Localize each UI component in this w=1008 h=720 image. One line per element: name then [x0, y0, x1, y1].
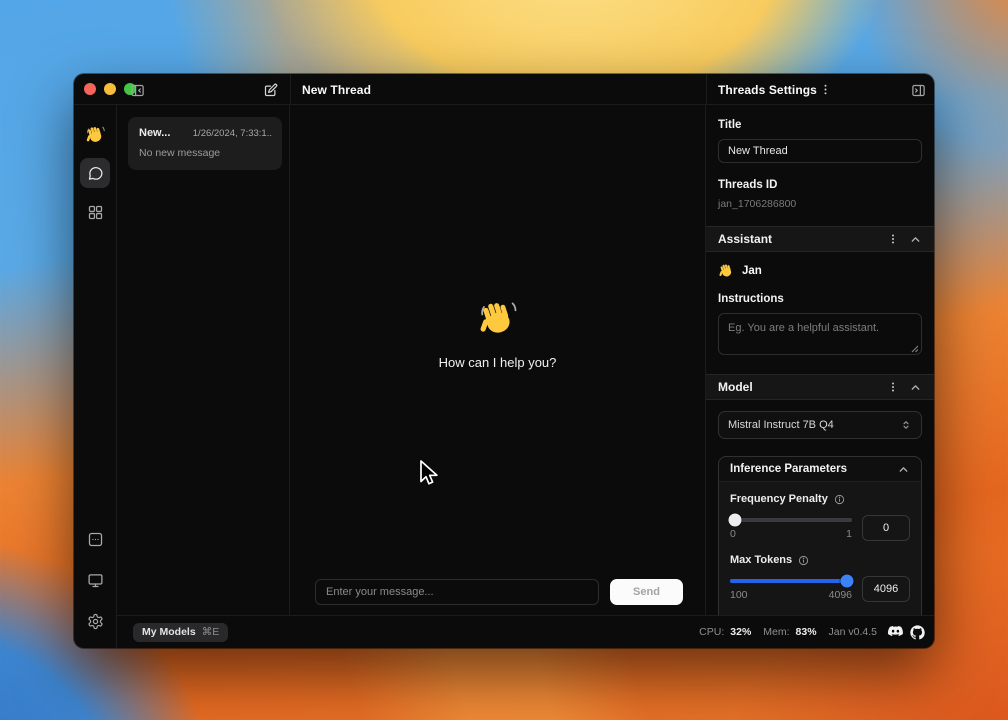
- model-header-label: Model: [718, 380, 753, 394]
- max-tokens-param: Max Tokens 100 4096: [730, 554, 910, 602]
- max-tokens-max: 4096: [829, 589, 852, 601]
- message-input[interactable]: [315, 579, 599, 605]
- model-kebab-icon[interactable]: [887, 380, 899, 394]
- mem-label: Mem:: [763, 626, 789, 638]
- frequency-penalty-min: 0: [730, 528, 736, 540]
- max-tokens-label: Max Tokens: [730, 554, 792, 566]
- inference-parameters-header[interactable]: Inference Parameters: [719, 457, 921, 482]
- empty-state: How can I help you?: [290, 297, 705, 370]
- app-version: Jan v0.4.5: [829, 626, 877, 638]
- model-selected-value: Mistral Instruct 7B Q4: [728, 419, 834, 431]
- thread-item-preview: No new message: [139, 147, 272, 159]
- titlebar-divider: [290, 74, 291, 104]
- my-models-label: My Models: [142, 626, 196, 638]
- model-collapse-chevron-up-icon[interactable]: [909, 381, 922, 394]
- title-label: Title: [718, 119, 922, 131]
- frequency-penalty-slider-thumb[interactable]: [728, 514, 741, 527]
- threads-settings-kebab-icon[interactable]: [817, 81, 833, 97]
- wave-emoji: [477, 297, 519, 339]
- thread-list-item[interactable]: New... 1/26/2024, 7:33:1.. No new messag…: [128, 117, 282, 170]
- resize-grip-icon[interactable]: [911, 345, 919, 353]
- frequency-penalty-slider[interactable]: [730, 518, 852, 522]
- model-select[interactable]: Mistral Instruct 7B Q4: [718, 411, 922, 439]
- chat-main-area: How can I help you? Send: [290, 105, 706, 615]
- threads-settings-panel: Title Threads ID jan_1706286800 Assistan…: [706, 105, 934, 615]
- minimize-button[interactable]: [104, 83, 116, 95]
- model-section-header[interactable]: Model: [706, 374, 934, 400]
- status-bar: My Models ⌘E CPU: 32% Mem: 83% Jan v0.4.…: [117, 615, 934, 648]
- sidebar-item-system-monitor[interactable]: [80, 565, 110, 595]
- discord-icon[interactable]: [887, 625, 904, 639]
- chat-icon: [87, 165, 104, 182]
- new-thread-icon[interactable]: [262, 82, 278, 98]
- assistant-kebab-icon[interactable]: [887, 232, 899, 246]
- frequency-penalty-max: 1: [846, 528, 852, 540]
- max-tokens-min: 100: [730, 589, 748, 601]
- assistant-name: Jan: [742, 265, 762, 277]
- mem-value: 83%: [796, 626, 817, 638]
- assistant-collapse-chevron-up-icon[interactable]: [909, 233, 922, 246]
- assistant-section-header[interactable]: Assistant: [706, 226, 934, 252]
- quick-ask-icon: [87, 531, 104, 548]
- send-button[interactable]: Send: [610, 579, 683, 605]
- max-tokens-slider[interactable]: [730, 579, 852, 583]
- hub-grid-icon: [87, 204, 104, 221]
- frequency-penalty-value-input[interactable]: [862, 515, 910, 541]
- instructions-textarea[interactable]: [718, 313, 922, 355]
- github-icon[interactable]: [910, 625, 925, 640]
- inference-header-label: Inference Parameters: [730, 463, 847, 475]
- info-icon[interactable]: [798, 555, 809, 566]
- message-composer: Send: [290, 579, 705, 606]
- settings-gear-icon: [87, 613, 104, 630]
- max-tokens-value-input[interactable]: [862, 576, 910, 602]
- inference-parameters-card: Inference Parameters Frequency Penalty: [718, 456, 922, 615]
- sidebar-item-chat[interactable]: [80, 158, 110, 188]
- left-icon-rail: [74, 105, 117, 648]
- my-models-shortcut: ⌘E: [202, 626, 220, 638]
- inference-collapse-chevron-up-icon[interactable]: [897, 463, 910, 476]
- collapse-right-panel-icon[interactable]: [910, 82, 926, 98]
- main-thread-title: New Thread: [302, 74, 371, 105]
- sidebar-item-quick-ask[interactable]: [80, 524, 110, 554]
- jan-app-window: New Thread Threads Settings: [74, 74, 934, 648]
- thread-list: New... 1/26/2024, 7:33:1.. No new messag…: [117, 105, 290, 615]
- threads-id-label: Threads ID: [718, 179, 922, 191]
- panel-title: Threads Settings: [718, 74, 817, 105]
- select-updown-chevron-icon: [900, 418, 912, 432]
- system-monitor-icon: [87, 572, 104, 589]
- collapse-left-panel-icon[interactable]: [129, 82, 145, 98]
- frequency-penalty-param: Frequency Penalty 0 1: [730, 493, 910, 541]
- cpu-value: 32%: [730, 626, 751, 638]
- thread-item-title: New...: [139, 127, 170, 139]
- titlebar-divider: [706, 74, 707, 104]
- close-button[interactable]: [84, 83, 96, 95]
- thread-item-timestamp: 1/26/2024, 7:33:1..: [193, 128, 272, 139]
- thread-title-input[interactable]: [718, 139, 922, 163]
- threads-id-value: jan_1706286800: [718, 198, 922, 210]
- greeting-text: How can I help you?: [439, 355, 557, 370]
- info-icon[interactable]: [834, 494, 845, 505]
- titlebar: New Thread Threads Settings: [74, 74, 934, 105]
- assistant-header-label: Assistant: [718, 232, 772, 246]
- frequency-penalty-label: Frequency Penalty: [730, 493, 828, 505]
- cpu-label: CPU:: [699, 626, 724, 638]
- instructions-label: Instructions: [706, 279, 934, 305]
- assistant-identity: Jan: [706, 252, 934, 279]
- jan-logo-wave-icon: [80, 119, 110, 149]
- sidebar-item-settings[interactable]: [80, 606, 110, 636]
- max-tokens-slider-thumb[interactable]: [841, 575, 854, 588]
- assistant-wave-icon: [718, 262, 735, 279]
- sidebar-item-hub[interactable]: [80, 197, 110, 227]
- my-models-button[interactable]: My Models ⌘E: [133, 623, 228, 642]
